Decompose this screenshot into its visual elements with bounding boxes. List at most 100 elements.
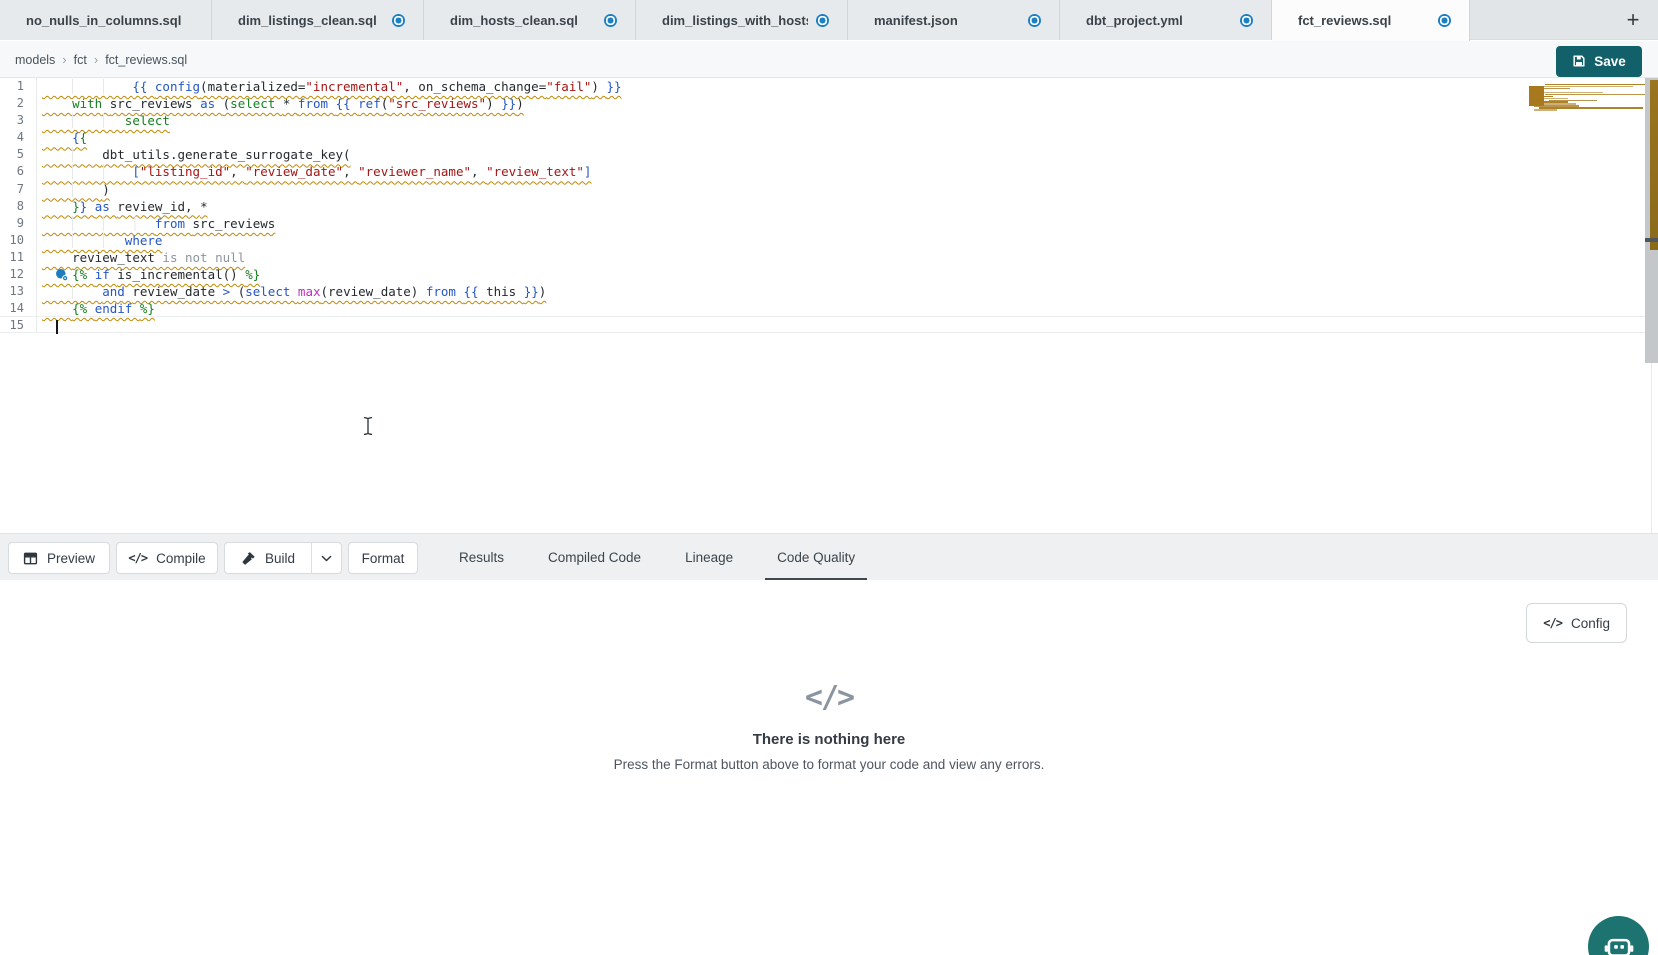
hammer-icon (241, 551, 256, 566)
code-quality-panel: </> Config </> There is nothing here Pre… (0, 580, 1658, 955)
editor-tab[interactable]: dim_listings_with_hosts.sql (636, 0, 848, 40)
line-number: 12 (0, 266, 37, 283)
unsaved-changes-icon[interactable] (1240, 14, 1253, 27)
code-line[interactable]: 3 select (0, 112, 1658, 129)
build-options-button[interactable] (311, 543, 341, 573)
tab-lineage[interactable]: Lineage (663, 534, 755, 581)
line-number: 10 (0, 232, 37, 249)
save-label: Save (1594, 54, 1626, 69)
preview-button[interactable]: Preview (8, 542, 110, 574)
breadcrumb: models › fct › fct_reviews.sql (15, 41, 187, 78)
editor-tab[interactable]: dbt_project.yml (1060, 0, 1272, 40)
code-lines: 1 {{ config(materialized="incremental", … (0, 78, 1658, 333)
unsaved-changes-icon[interactable] (1028, 14, 1041, 27)
tab-compiled-code-label: Compiled Code (548, 550, 641, 565)
code-icon: </> (1543, 616, 1562, 630)
code-icon: </> (128, 551, 147, 565)
line-number: 5 (0, 146, 37, 163)
table-icon (23, 551, 38, 566)
tab-compiled-code[interactable]: Compiled Code (526, 534, 663, 581)
dbt-cloud-ide: no_nulls_in_columns.sql dim_listings_clea… (0, 0, 1658, 955)
code-line[interactable]: 11 review_text is not null (0, 249, 1658, 266)
editor-tab[interactable]: dim_listings_clean.sql (212, 0, 424, 40)
text-caret (56, 320, 58, 334)
breadcrumb-item[interactable]: fct_reviews.sql (105, 53, 187, 67)
code-line[interactable]: 14 {% endif %} (0, 300, 1658, 317)
scrollbar-thumb[interactable] (1645, 238, 1658, 242)
code-line[interactable]: 12 {% if is_incremental() %} (0, 266, 1658, 283)
editor-tab[interactable]: dim_hosts_clean.sql (424, 0, 636, 40)
minimap-bars (1529, 84, 1642, 111)
code-line[interactable]: 5 dbt_utils.generate_surrogate_key( (0, 146, 1658, 163)
unsaved-changes-icon[interactable] (816, 14, 829, 27)
editor-right-border (1651, 363, 1652, 533)
code-icon: </> (0, 680, 1658, 715)
line-number: 11 (0, 249, 37, 266)
file-tab-bar: no_nulls_in_columns.sql dim_listings_clea… (0, 0, 1658, 40)
editor-tab[interactable]: no_nulls_in_columns.sql (0, 0, 212, 40)
tab-label: dbt_project.yml (1086, 13, 1232, 28)
line-number: 1 (0, 78, 37, 95)
new-tab-button[interactable]: + (1616, 0, 1650, 40)
unsaved-changes-icon[interactable] (604, 14, 617, 27)
tab-code-quality[interactable]: Code Quality (755, 534, 877, 581)
config-label: Config (1571, 616, 1610, 631)
compile-label: Compile (156, 551, 206, 566)
format-label: Format (362, 551, 405, 566)
editor-toolbar: Preview </> Compile Build Format Resul (0, 533, 1658, 580)
line-number: 8 (0, 198, 37, 215)
code-line[interactable]: 10 where (0, 232, 1658, 249)
chevron-down-icon (320, 552, 333, 565)
breadcrumb-item[interactable]: models (15, 53, 55, 67)
editor-tab[interactable]: fct_reviews.sql (1272, 0, 1470, 41)
tab-label: manifest.json (874, 13, 1020, 28)
tab-label: dim_listings_with_hosts.sql (662, 13, 808, 28)
empty-state-description: Press the Format button above to format … (0, 757, 1658, 772)
tab-label: dim_hosts_clean.sql (450, 13, 596, 28)
line-number: 3 (0, 112, 37, 129)
compile-button[interactable]: </> Compile (116, 542, 218, 574)
tab-label: dim_listings_clean.sql (238, 13, 384, 28)
preview-label: Preview (47, 551, 95, 566)
code-line[interactable]: 13 and review_date > (select max(review_… (0, 283, 1658, 300)
config-button[interactable]: </> Config (1526, 603, 1627, 643)
breadcrumb-separator: › (94, 52, 98, 67)
unsaved-changes-icon[interactable] (1438, 14, 1451, 27)
code-line[interactable]: 9 from src_reviews (0, 215, 1658, 232)
line-number: 9 (0, 215, 37, 232)
unsaved-changes-icon[interactable] (392, 14, 405, 27)
code-line[interactable]: 8 }} as review_id, * (0, 198, 1658, 215)
build-button[interactable]: Build (225, 543, 311, 573)
line-number: 13 (0, 283, 37, 300)
editor-scrollbar[interactable] (1645, 78, 1658, 363)
result-tabs: Results Compiled Code Lineage Code Quali… (437, 534, 877, 581)
mouse-cursor-ibeam (362, 416, 374, 436)
overview-ruler-warnings (1650, 80, 1658, 250)
format-button[interactable]: Format (348, 542, 418, 574)
editor-tab[interactable]: manifest.json (848, 0, 1060, 40)
save-button[interactable]: Save (1556, 46, 1642, 77)
code-line[interactable]: 7 ) (0, 181, 1658, 198)
line-number: 14 (0, 300, 37, 317)
line-number: 6 (0, 163, 37, 180)
code-editor[interactable]: 1 {{ config(materialized="incremental", … (0, 78, 1658, 533)
build-split-button: Build (224, 542, 342, 574)
code-line[interactable]: 15 (0, 316, 1658, 333)
code-line[interactable]: 1 {{ config(materialized="incremental", … (0, 78, 1658, 95)
tab-results[interactable]: Results (437, 534, 526, 581)
robot-icon (1602, 930, 1636, 955)
line-number: 15 (0, 317, 37, 332)
code-line[interactable]: 4 {{ (0, 129, 1658, 146)
tab-lineage-label: Lineage (685, 550, 733, 565)
code-action-icon[interactable] (55, 268, 69, 282)
breadcrumb-separator: › (62, 52, 66, 67)
empty-state-title: There is nothing here (0, 731, 1658, 748)
minimap[interactable] (1529, 83, 1642, 113)
code-line[interactable]: 2 with src_reviews as (select * from {{ … (0, 95, 1658, 112)
code-line[interactable]: 6 ["listing_id", "review_date", "reviewe… (0, 163, 1658, 180)
editor-header: models › fct › fct_reviews.sql Save (0, 41, 1658, 78)
breadcrumb-item[interactable]: fct (74, 53, 87, 67)
build-label: Build (265, 551, 295, 566)
tab-code-quality-label: Code Quality (777, 550, 855, 565)
save-icon (1572, 54, 1586, 68)
